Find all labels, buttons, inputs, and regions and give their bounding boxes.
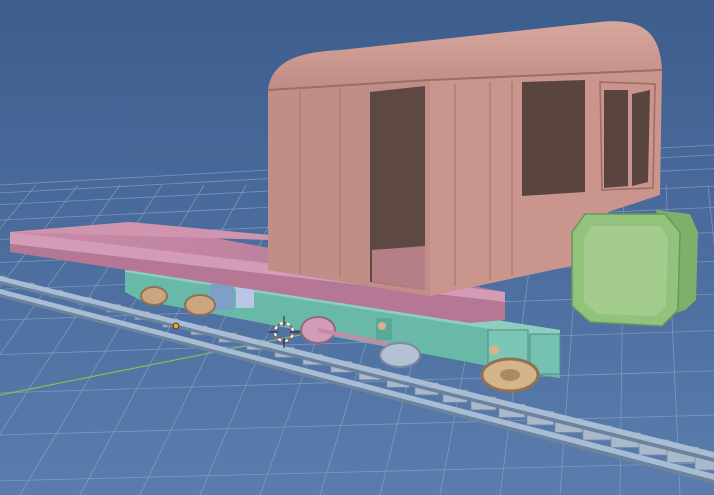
origin-dot-icon[interactable]: [172, 322, 180, 330]
buffer-block: [571, 210, 698, 327]
scene-canvas[interactable]: [0, 0, 714, 495]
3d-viewport[interactable]: [0, 0, 714, 495]
